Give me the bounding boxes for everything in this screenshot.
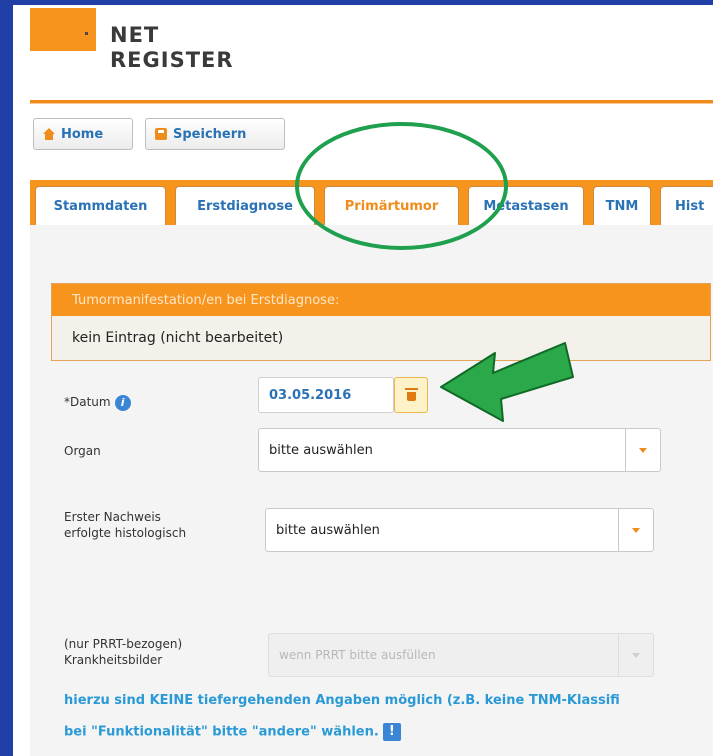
save-button[interactable]: Speichern (145, 118, 285, 150)
tab-erstdiagnose[interactable]: Erstdiagnose (175, 186, 315, 225)
nachweis-label-line-2: erfolgte histologisch (64, 526, 187, 540)
hint-line-2-text: bei "Funktionalität" bitte "andere" wähl… (64, 724, 379, 740)
nachweis-select-value: bitte auswählen (276, 522, 380, 538)
app-frame: NET REGISTER Home Speichern Stammdaten E… (13, 5, 713, 756)
home-button[interactable]: Home (33, 118, 133, 150)
tab-label: Stammdaten (53, 198, 148, 214)
tab-label: TNM (605, 198, 639, 214)
tab-label: Hist (675, 198, 705, 214)
hint-line-1: hierzu sind KEINE tiefergehenden Angaben… (64, 693, 620, 708)
panel-header: Tumormanifestation/en bei Erstdiagnose: (52, 284, 710, 316)
chevron-down-icon[interactable] (618, 509, 653, 551)
krankheitsbilder-placeholder: wenn PRRT bitte ausfüllen (279, 648, 436, 662)
highlight-ring (295, 122, 508, 250)
highlight-arrow-icon (440, 342, 574, 422)
prrt-label: (nur PRRT-bezogen) Krankheitsbilder (64, 636, 182, 668)
save-icon (155, 128, 167, 140)
logo-line-1: NET (110, 23, 160, 47)
tab-histologie[interactable]: Hist (660, 186, 713, 225)
nachweis-select[interactable]: bitte auswählen (265, 508, 654, 552)
tumormanifestation-panel: Tumormanifestation/en bei Erstdiagnose: … (51, 283, 711, 361)
hint-line-2: bei "Funktionalität" bitte "andere" wähl… (64, 723, 401, 741)
trash-icon (404, 388, 418, 401)
home-icon (43, 128, 55, 140)
logo-text: NET REGISTER (110, 23, 234, 73)
panel-body: kein Eintrag (nicht bearbeitet) (52, 316, 710, 360)
krankheitsbilder-select: wenn PRRT bitte ausfüllen (268, 633, 654, 677)
home-button-label: Home (61, 126, 104, 142)
tab-stammdaten[interactable]: Stammdaten (35, 186, 166, 225)
exclamation-icon[interactable]: ! (382, 723, 401, 741)
nachweis-label: Erster Nachweis erfolgte histologisch (64, 509, 186, 541)
nachweis-label-line-1: Erster Nachweis (64, 510, 161, 524)
prrt-label-line-2: Krankheitsbilder (64, 653, 163, 667)
chevron-down-icon[interactable] (625, 429, 660, 471)
datum-label: *Datum i (64, 394, 131, 411)
datum-field[interactable]: 03.05.2016 (258, 377, 394, 413)
tab-label: Erstdiagnose (197, 198, 293, 214)
prrt-label-line-1: (nur PRRT-bezogen) (64, 637, 183, 651)
organ-select-value: bitte auswählen (269, 442, 373, 458)
logo-mark (30, 8, 96, 51)
organ-label: Organ (64, 444, 101, 458)
datum-label-text: *Datum (64, 395, 111, 409)
logo-line-2: REGISTER (110, 48, 234, 72)
header-divider-shade (30, 103, 713, 104)
save-button-label: Speichern (173, 126, 247, 142)
clear-date-button[interactable] (394, 377, 428, 413)
chevron-down-icon (618, 634, 653, 676)
tab-tnm[interactable]: TNM (593, 186, 651, 225)
info-icon[interactable]: i (114, 394, 131, 411)
